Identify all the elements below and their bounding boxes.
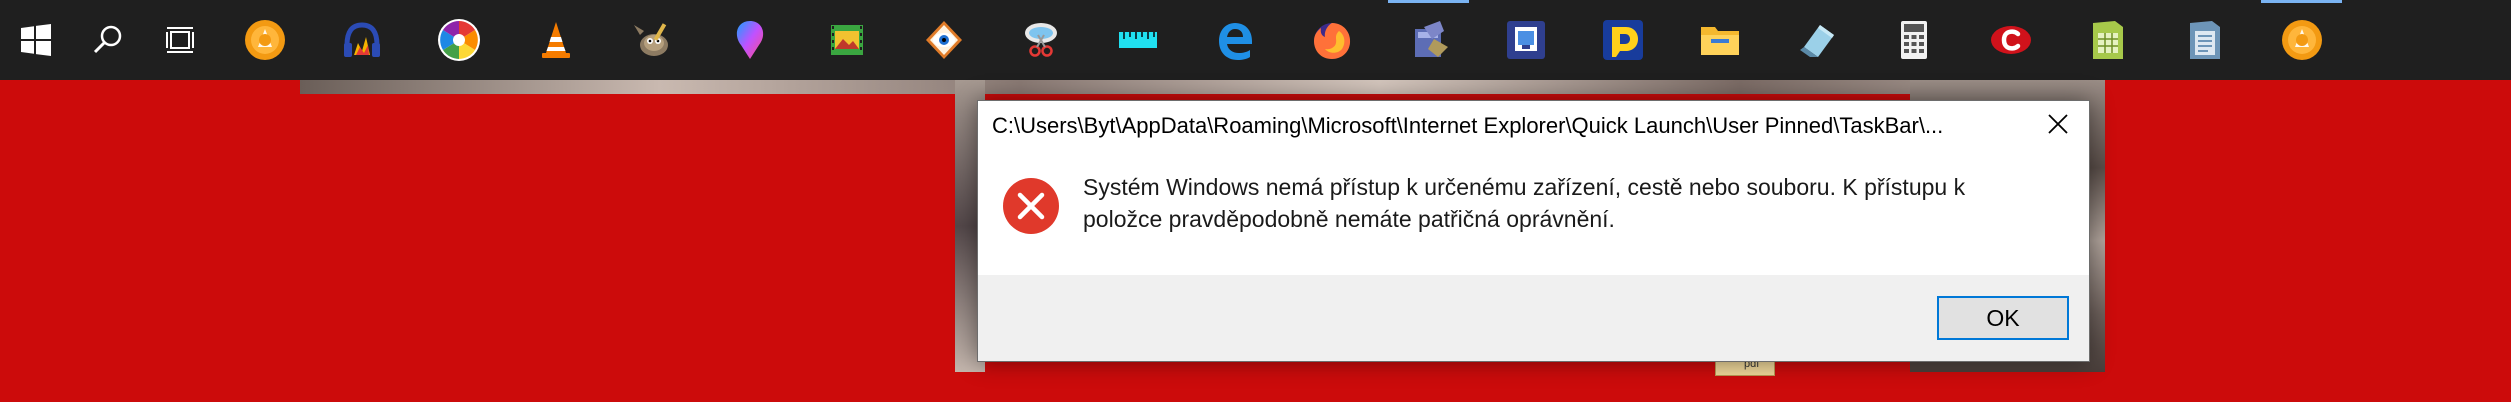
taskbar-app-eraser[interactable] <box>1768 0 1865 80</box>
document-viewer-icon <box>2182 17 2228 63</box>
dialog-footer: OK <box>978 275 2089 361</box>
search-icon <box>85 17 131 63</box>
dialog-message: Systém Windows nemá přístup k určenému z… <box>1083 174 1966 232</box>
start-windows-icon <box>13 17 59 63</box>
taskbar-app-file-explorer[interactable] <box>1671 0 1768 80</box>
close-button[interactable] <box>2035 105 2081 147</box>
taskbar-app-calculator[interactable] <box>1865 0 1962 80</box>
error-dialog: C:\Users\Byt\AppData\Roaming\Microsoft\I… <box>977 100 2090 362</box>
taskbar-app-eye[interactable] <box>895 0 992 80</box>
taskbar-app-spreadsheet[interactable] <box>2059 0 2156 80</box>
taskbar-app-document-viewer[interactable] <box>2156 0 2253 80</box>
taskbar-app-film[interactable] <box>798 0 895 80</box>
paint-balloon-icon <box>727 17 773 63</box>
aperture-icon <box>436 17 482 63</box>
taskbar-app-edge[interactable] <box>1186 0 1283 80</box>
dialog-title: C:\Users\Byt\AppData\Roaming\Microsoft\I… <box>992 113 1944 138</box>
eye-viewer-icon <box>921 17 967 63</box>
file-explorer-icon <box>1697 17 1743 63</box>
taskbar-app-audio[interactable] <box>313 0 410 80</box>
taskbar-app-ruler[interactable] <box>1089 0 1186 80</box>
taskbar <box>0 0 2511 80</box>
taskbar-app-orange-circle[interactable] <box>216 0 313 80</box>
taskbar-app-paint[interactable] <box>701 0 798 80</box>
orange-circle-app-icon <box>242 17 288 63</box>
taskbar-app-gimp[interactable] <box>604 0 701 80</box>
taskbar-app-archive[interactable] <box>1380 0 1477 80</box>
dialog-body: Systém Windows nemá přístup k určenému z… <box>978 151 2089 277</box>
firefox-icon <box>1309 17 1355 63</box>
task-view-icon <box>157 17 203 63</box>
taskbar-app-orange-circle-2[interactable] <box>2253 0 2350 80</box>
gimp-icon <box>630 17 676 63</box>
edge-browser-icon <box>1212 17 1258 63</box>
task-view-button[interactable] <box>144 0 216 80</box>
scissors-tool-icon <box>1018 17 1064 63</box>
yellow-d-app-icon <box>1600 17 1646 63</box>
taskbar-app-yellow-d[interactable] <box>1574 0 1671 80</box>
orange-circle-app-icon-2 <box>2279 17 2325 63</box>
screen-capture-icon <box>1503 17 1549 63</box>
desktop-wallpaper-strip <box>300 80 2100 94</box>
archive-tool-icon <box>1406 17 1452 63</box>
start-button[interactable] <box>0 0 72 80</box>
eraser-icon <box>1794 17 1840 63</box>
error-icon <box>1002 177 1060 235</box>
close-icon <box>2046 112 2070 141</box>
cyan-ruler-icon <box>1115 17 1161 63</box>
taskbar-app-scissors[interactable] <box>992 0 1089 80</box>
green-spreadsheet-icon <box>2085 17 2131 63</box>
taskbar-app-red-c[interactable] <box>1962 0 2059 80</box>
film-strip-icon <box>824 17 870 63</box>
ok-button[interactable]: OK <box>1937 296 2069 340</box>
search-button[interactable] <box>72 0 144 80</box>
calculator-icon <box>1891 17 1937 63</box>
audio-editor-icon <box>339 17 385 63</box>
taskbar-app-firefox[interactable] <box>1283 0 1380 80</box>
red-c-app-icon <box>1988 17 2034 63</box>
taskbar-app-aperture[interactable] <box>410 0 507 80</box>
vlc-cone-icon <box>533 17 579 63</box>
taskbar-app-screen-capture[interactable] <box>1477 0 1574 80</box>
taskbar-app-vlc[interactable] <box>507 0 604 80</box>
